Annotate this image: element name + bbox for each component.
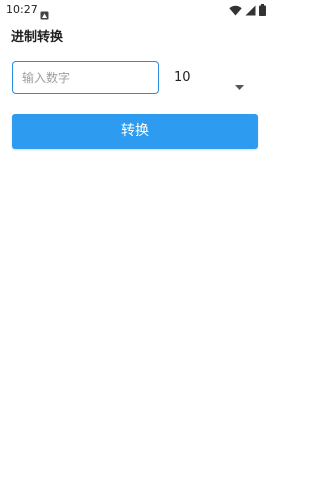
base-select-value: 10 [174, 70, 191, 85]
wifi-icon [229, 1, 242, 20]
signal-icon [245, 1, 256, 20]
dropdown-arrow-icon [235, 75, 244, 90]
base-select[interactable]: 10 [166, 61, 256, 94]
status-time: 10:27 [6, 3, 38, 16]
status-icons [229, 3, 266, 16]
battery-icon [259, 1, 266, 20]
status-bar: 10:27 [0, 0, 270, 20]
convert-button[interactable]: 转换 [12, 114, 258, 149]
page-title: 进制转换 [11, 30, 64, 45]
notification-icon [40, 5, 49, 20]
number-input[interactable] [12, 61, 159, 94]
